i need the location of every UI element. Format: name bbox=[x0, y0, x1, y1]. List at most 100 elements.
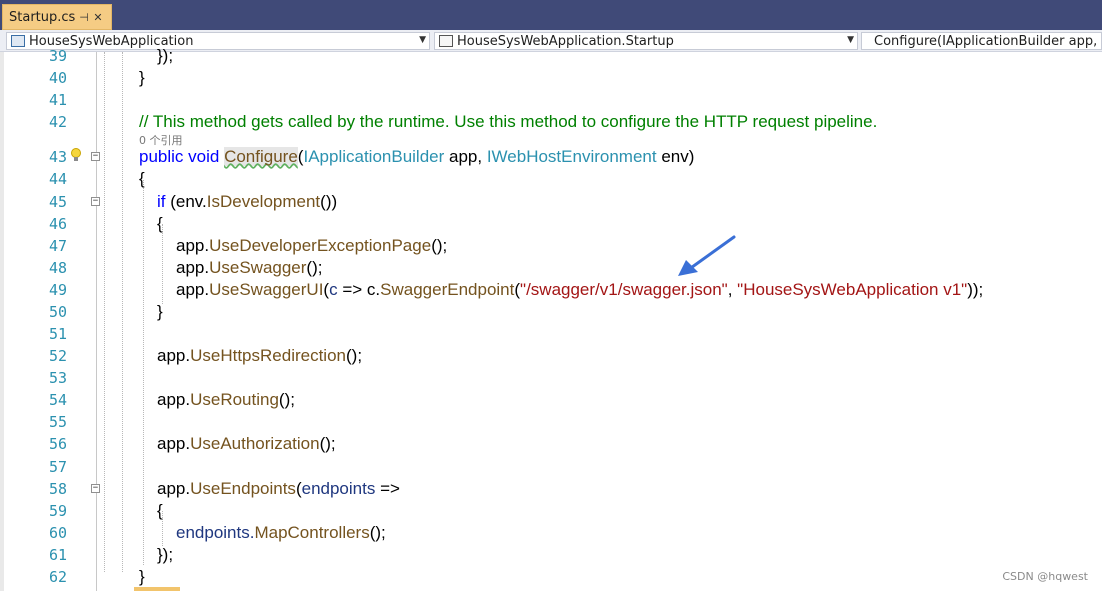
code-text: (); bbox=[369, 523, 386, 542]
line-number: 58 bbox=[48, 480, 67, 498]
member-dropdown[interactable]: Configure(IApplicationBuilder app, IW bbox=[861, 32, 1102, 50]
line-number: 44 bbox=[48, 170, 67, 188]
indent-guide bbox=[104, 52, 105, 572]
method-name: UseAuthorization bbox=[190, 434, 320, 453]
line-number: 39 bbox=[48, 47, 67, 65]
class-dropdown[interactable]: HouseSysWebApplication.Startup ▼ bbox=[434, 32, 858, 50]
code-line-54: app.UseRouting(); bbox=[157, 389, 295, 411]
code-text: (); bbox=[431, 236, 448, 255]
method-icon bbox=[864, 37, 872, 45]
type-name: IWebHostEnvironment bbox=[486, 147, 657, 166]
code-text: (); bbox=[278, 390, 295, 409]
code-line-46: { bbox=[157, 214, 163, 233]
code-line-47: app.UseDeveloperExceptionPage(); bbox=[176, 235, 447, 257]
code-line-43: public void Configure(IApplicationBuilde… bbox=[139, 146, 694, 168]
line-number: 54 bbox=[48, 391, 67, 409]
code-line-39: }); bbox=[157, 46, 174, 65]
code-line-52: app.UseHttpsRedirection(); bbox=[157, 345, 362, 367]
code-line-56: app.UseAuthorization(); bbox=[157, 433, 336, 455]
method-name: MapControllers bbox=[254, 523, 370, 542]
code-editor[interactable]: 39 40 41 42 43 44 45 46 47 48 49 50 51 5… bbox=[0, 46, 1102, 591]
line-number: 53 bbox=[48, 369, 67, 387]
tab-startup-cs[interactable]: Startup.cs ⊣ ✕ bbox=[2, 4, 112, 30]
code-line-42-comment: // This method gets called by the runtim… bbox=[139, 112, 878, 131]
margin-strip bbox=[0, 52, 4, 591]
line-number: 45 bbox=[48, 193, 67, 211]
tab-title: Startup.cs bbox=[9, 9, 76, 25]
code-text: endpoints. bbox=[176, 523, 255, 542]
outline-margin bbox=[96, 52, 97, 591]
param-text: env) bbox=[656, 147, 695, 166]
indent-guide bbox=[162, 224, 163, 304]
method-name[interactable]: Configure bbox=[224, 147, 298, 166]
member-dropdown-label: Configure(IApplicationBuilder app, IW bbox=[874, 33, 1102, 49]
class-dropdown-label: HouseSysWebApplication.Startup bbox=[457, 33, 674, 49]
code-text: => bbox=[375, 479, 400, 498]
code-line-59: { bbox=[157, 501, 163, 520]
code-text: (); bbox=[319, 434, 336, 453]
type-name: IApplicationBuilder bbox=[303, 147, 445, 166]
lightbulb-icon[interactable] bbox=[70, 147, 82, 163]
indent-guide bbox=[143, 180, 144, 565]
code-line-62: } bbox=[139, 567, 145, 586]
code-text: app. bbox=[176, 280, 210, 299]
class-icon bbox=[439, 35, 453, 47]
code-text: c. bbox=[366, 280, 381, 299]
collapse-toggle[interactable]: − bbox=[91, 197, 100, 206]
param-text: app, bbox=[444, 147, 487, 166]
pin-icon[interactable]: ⊣ bbox=[77, 11, 91, 24]
method-name: UseRouting bbox=[190, 390, 279, 409]
scroll-position-marker bbox=[134, 587, 180, 591]
code-line-45: if (env.IsDevelopment()) bbox=[157, 191, 337, 213]
code-text: app. bbox=[176, 258, 210, 277]
code-line-60: endpoints.MapControllers(); bbox=[176, 522, 386, 544]
line-number: 60 bbox=[48, 524, 67, 542]
method-name: IsDevelopment bbox=[206, 192, 321, 211]
line-number: 52 bbox=[48, 347, 67, 365]
code-line-58: app.UseEndpoints(endpoints => bbox=[157, 478, 400, 500]
close-icon[interactable]: ✕ bbox=[91, 11, 105, 24]
code-line-40: } bbox=[139, 68, 145, 87]
line-number: 61 bbox=[48, 546, 67, 564]
code-text: ()) bbox=[320, 192, 338, 211]
lambda-param: endpoints bbox=[301, 479, 376, 498]
code-line-49: app.UseSwaggerUI(c => c.SwaggerEndpoint(… bbox=[176, 279, 983, 301]
method-name: UseEndpoints bbox=[190, 479, 296, 498]
line-number: 43 bbox=[48, 148, 67, 166]
code-text: app. bbox=[157, 390, 191, 409]
line-number: 59 bbox=[48, 502, 67, 520]
collapse-toggle[interactable]: − bbox=[91, 484, 100, 493]
code-text: app. bbox=[176, 236, 210, 255]
document-tab-bar: Startup.cs ⊣ ✕ bbox=[0, 0, 1102, 30]
line-number: 41 bbox=[48, 91, 67, 109]
project-dropdown[interactable]: HouseSysWebApplication ▼ bbox=[6, 32, 430, 50]
collapse-toggle[interactable]: − bbox=[91, 152, 100, 161]
code-text: app. bbox=[157, 434, 191, 453]
code-text: app. bbox=[157, 346, 191, 365]
line-number: 51 bbox=[48, 325, 67, 343]
code-line-44: { bbox=[139, 169, 145, 188]
annotation-arrow-icon bbox=[678, 235, 736, 276]
line-number: 57 bbox=[48, 458, 67, 476]
watermark: CSDN @hqwest bbox=[1002, 570, 1088, 583]
line-number: 46 bbox=[48, 215, 67, 233]
chevron-down-icon: ▼ bbox=[847, 35, 854, 45]
keyword: public bbox=[139, 147, 184, 166]
line-number: 50 bbox=[48, 303, 67, 321]
keyword: void bbox=[188, 147, 220, 166]
lambda-param: c bbox=[329, 280, 338, 299]
method-name: SwaggerEndpoint bbox=[380, 280, 515, 299]
code-line-50: } bbox=[157, 302, 163, 321]
method-name: UseSwagger bbox=[209, 258, 307, 277]
method-name: UseDeveloperExceptionPage bbox=[209, 236, 432, 255]
code-text: (env. bbox=[165, 192, 207, 211]
line-number: 49 bbox=[48, 281, 67, 299]
keyword: if bbox=[157, 192, 166, 211]
code-text: => bbox=[337, 280, 367, 299]
code-text: )); bbox=[967, 280, 984, 299]
code-text: (); bbox=[306, 258, 323, 277]
line-number: 56 bbox=[48, 435, 67, 453]
line-number: 42 bbox=[48, 113, 67, 131]
line-number: 55 bbox=[48, 413, 67, 431]
line-number: 62 bbox=[48, 568, 67, 586]
